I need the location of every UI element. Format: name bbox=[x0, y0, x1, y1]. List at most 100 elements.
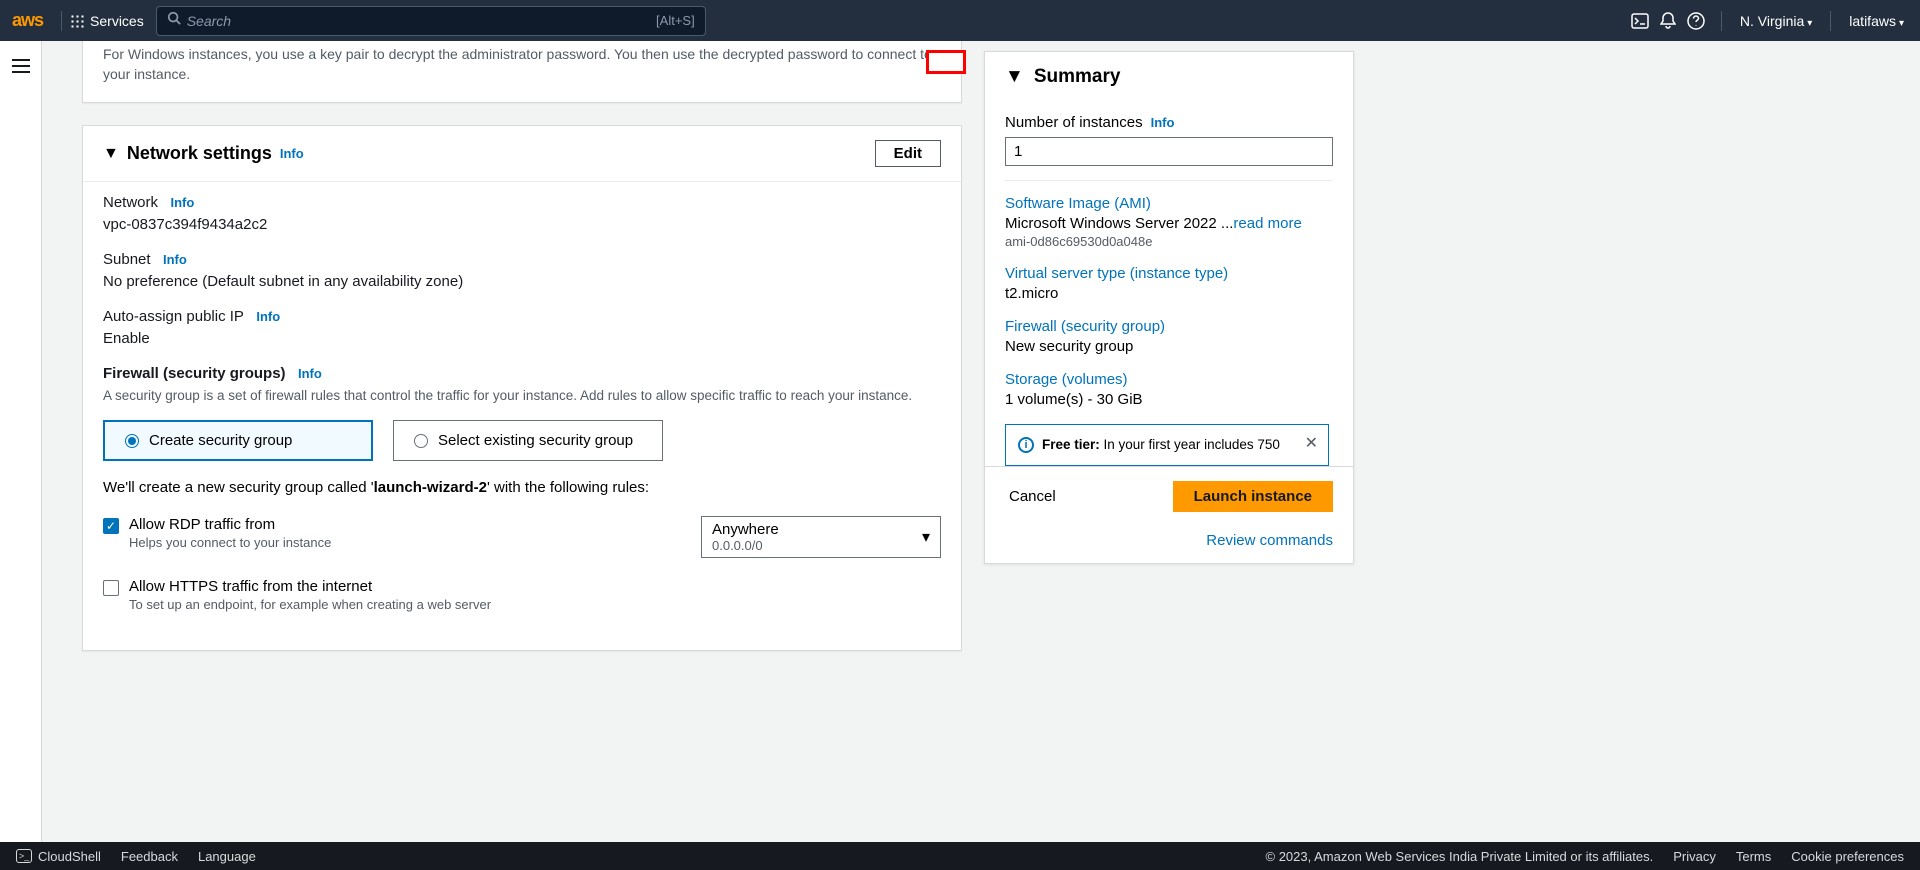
create-sg-label: Create security group bbox=[149, 432, 292, 449]
instance-type-value: t2.micro bbox=[1005, 285, 1329, 302]
rdp-source-value: Anywhere bbox=[712, 521, 930, 538]
collapse-caret-icon[interactable]: ▼ bbox=[103, 145, 119, 163]
rdp-source-select[interactable]: Anywhere 0.0.0.0/0 ▾ bbox=[701, 516, 941, 558]
header-right: N. Virginia latifaws bbox=[1629, 10, 1908, 32]
annotation-highlight bbox=[926, 50, 966, 74]
firewall-value: New security group bbox=[1005, 338, 1329, 355]
terms-link[interactable]: Terms bbox=[1736, 849, 1771, 864]
chevron-down-icon: ▾ bbox=[922, 527, 930, 547]
close-icon[interactable]: ✕ bbox=[1305, 433, 1318, 453]
global-footer: >_ CloudShell Feedback Language © 2023, … bbox=[0, 842, 1920, 870]
ami-link[interactable]: Software Image (AMI) bbox=[1005, 195, 1329, 212]
autoip-label: Auto-assign public IP bbox=[103, 308, 244, 325]
cloudshell-icon[interactable] bbox=[1629, 10, 1651, 32]
privacy-link[interactable]: Privacy bbox=[1673, 849, 1716, 864]
storage-value: 1 volume(s) - 30 GiB bbox=[1005, 391, 1329, 408]
region-selector[interactable]: N. Virginia bbox=[1736, 13, 1816, 29]
network-label: Network bbox=[103, 194, 158, 211]
ami-id: ami-0d86c69530d0a048e bbox=[1005, 234, 1329, 249]
edit-network-button[interactable]: Edit bbox=[875, 140, 941, 167]
allow-https-checkbox[interactable] bbox=[103, 580, 119, 596]
subnet-info-link[interactable]: Info bbox=[163, 252, 187, 267]
cloudshell-link[interactable]: >_ CloudShell bbox=[16, 849, 101, 864]
free-tier-notice: i Free tier: In your first year includes… bbox=[1005, 424, 1329, 466]
subnet-value: No preference (Default subnet in any ava… bbox=[103, 273, 941, 290]
network-field-info-link[interactable]: Info bbox=[170, 195, 194, 210]
language-link[interactable]: Language bbox=[198, 849, 256, 864]
num-instances-label: Number of instances bbox=[1005, 114, 1143, 131]
firewall-label: Firewall (security groups) bbox=[103, 365, 286, 382]
copyright-text: © 2023, Amazon Web Services India Privat… bbox=[1266, 849, 1654, 864]
rdp-source-cidr: 0.0.0.0/0 bbox=[712, 538, 930, 553]
global-search[interactable]: [Alt+S] bbox=[156, 6, 706, 36]
summary-scroll-area[interactable]: Software Image (AMI) Microsoft Windows S… bbox=[1005, 180, 1333, 466]
keypair-card: winserverkey ▾ Create new key pair For W… bbox=[82, 41, 962, 103]
main-content: winserverkey ▾ Create new key pair For W… bbox=[42, 41, 1920, 842]
services-menu-button[interactable]: Services bbox=[70, 13, 144, 29]
read-more-link[interactable]: read more bbox=[1233, 215, 1301, 232]
collapse-caret-icon[interactable]: ▼ bbox=[1005, 66, 1024, 88]
allow-rdp-label: Allow RDP traffic from bbox=[129, 516, 331, 533]
radio-icon bbox=[414, 434, 428, 448]
left-nav-rail bbox=[0, 41, 42, 842]
allow-https-row: Allow HTTPS traffic from the internet To… bbox=[103, 578, 941, 612]
firewall-link[interactable]: Firewall (security group) bbox=[1005, 318, 1329, 335]
divider bbox=[1721, 11, 1722, 31]
allow-rdp-checkbox[interactable]: ✓ bbox=[103, 518, 119, 534]
allow-https-label: Allow HTTPS traffic from the internet bbox=[129, 578, 491, 595]
summary-column: ▼ Summary Number of instances Info Softw… bbox=[984, 41, 1354, 842]
divider bbox=[61, 11, 62, 31]
select-sg-radio[interactable]: Select existing security group bbox=[393, 420, 663, 461]
autoip-info-link[interactable]: Info bbox=[256, 309, 280, 324]
instance-type-link[interactable]: Virtual server type (instance type) bbox=[1005, 265, 1329, 282]
info-icon: i bbox=[1018, 437, 1034, 453]
sg-creation-note: We'll create a new security group called… bbox=[103, 479, 941, 496]
notifications-icon[interactable] bbox=[1657, 10, 1679, 32]
cookie-preferences-link[interactable]: Cookie preferences bbox=[1791, 849, 1904, 864]
free-tier-text: Free tier: In your first year includes 7… bbox=[1042, 437, 1280, 452]
feedback-link[interactable]: Feedback bbox=[121, 849, 178, 864]
network-settings-card: ▼ Network settings Info Edit Network Inf… bbox=[82, 125, 962, 651]
cancel-button[interactable]: Cancel bbox=[1009, 488, 1056, 505]
keypair-help-text: For Windows instances, you use a key pai… bbox=[103, 45, 941, 84]
help-icon[interactable] bbox=[1685, 10, 1707, 32]
ami-value: Microsoft Windows Server 2022 ...read mo… bbox=[1005, 215, 1329, 232]
create-sg-radio[interactable]: Create security group bbox=[103, 420, 373, 461]
divider bbox=[1830, 11, 1831, 31]
search-input[interactable] bbox=[187, 13, 656, 29]
launch-instance-button[interactable]: Launch instance bbox=[1173, 481, 1333, 512]
allow-rdp-row: ✓ Allow RDP traffic from Helps you conne… bbox=[103, 516, 941, 558]
search-icon bbox=[167, 11, 181, 30]
grid-icon bbox=[70, 14, 84, 28]
aws-logo[interactable]: aws bbox=[12, 10, 43, 31]
cloudshell-label: CloudShell bbox=[38, 849, 101, 864]
hamburger-icon[interactable] bbox=[12, 59, 30, 842]
radio-icon bbox=[125, 434, 139, 448]
allow-https-sublabel: To set up an endpoint, for example when … bbox=[129, 597, 491, 612]
form-column: winserverkey ▾ Create new key pair For W… bbox=[82, 41, 962, 787]
allow-rdp-sublabel: Helps you connect to your instance bbox=[129, 535, 331, 550]
summary-header: ▼ Summary bbox=[985, 52, 1353, 102]
select-sg-label: Select existing security group bbox=[438, 432, 633, 449]
global-header: aws Services [Alt+S] N. Virginia latifaw… bbox=[0, 0, 1920, 41]
summary-title: Summary bbox=[1034, 66, 1121, 88]
num-instances-input[interactable] bbox=[1005, 137, 1333, 166]
network-value: vpc-0837c394f9434a2c2 bbox=[103, 216, 941, 233]
network-info-link[interactable]: Info bbox=[280, 146, 304, 161]
review-commands-link[interactable]: Review commands bbox=[1005, 532, 1333, 549]
firewall-info-link[interactable]: Info bbox=[298, 366, 322, 381]
services-label: Services bbox=[90, 13, 144, 29]
summary-card: ▼ Summary Number of instances Info Softw… bbox=[984, 51, 1354, 564]
storage-link[interactable]: Storage (volumes) bbox=[1005, 371, 1329, 388]
summary-footer: Cancel Launch instance Review commands bbox=[985, 466, 1353, 563]
cloudshell-icon: >_ bbox=[16, 849, 32, 863]
aws-logo-text: aws bbox=[12, 10, 43, 31]
account-menu[interactable]: latifaws bbox=[1845, 13, 1908, 29]
firewall-description: A security group is a set of firewall ru… bbox=[103, 387, 941, 406]
autoip-value: Enable bbox=[103, 330, 941, 347]
network-card-header: ▼ Network settings Info Edit bbox=[83, 126, 961, 181]
subnet-label: Subnet bbox=[103, 251, 151, 268]
network-title: Network settings bbox=[127, 143, 272, 164]
num-instances-info-link[interactable]: Info bbox=[1151, 115, 1175, 130]
search-shortcut: [Alt+S] bbox=[656, 13, 695, 28]
